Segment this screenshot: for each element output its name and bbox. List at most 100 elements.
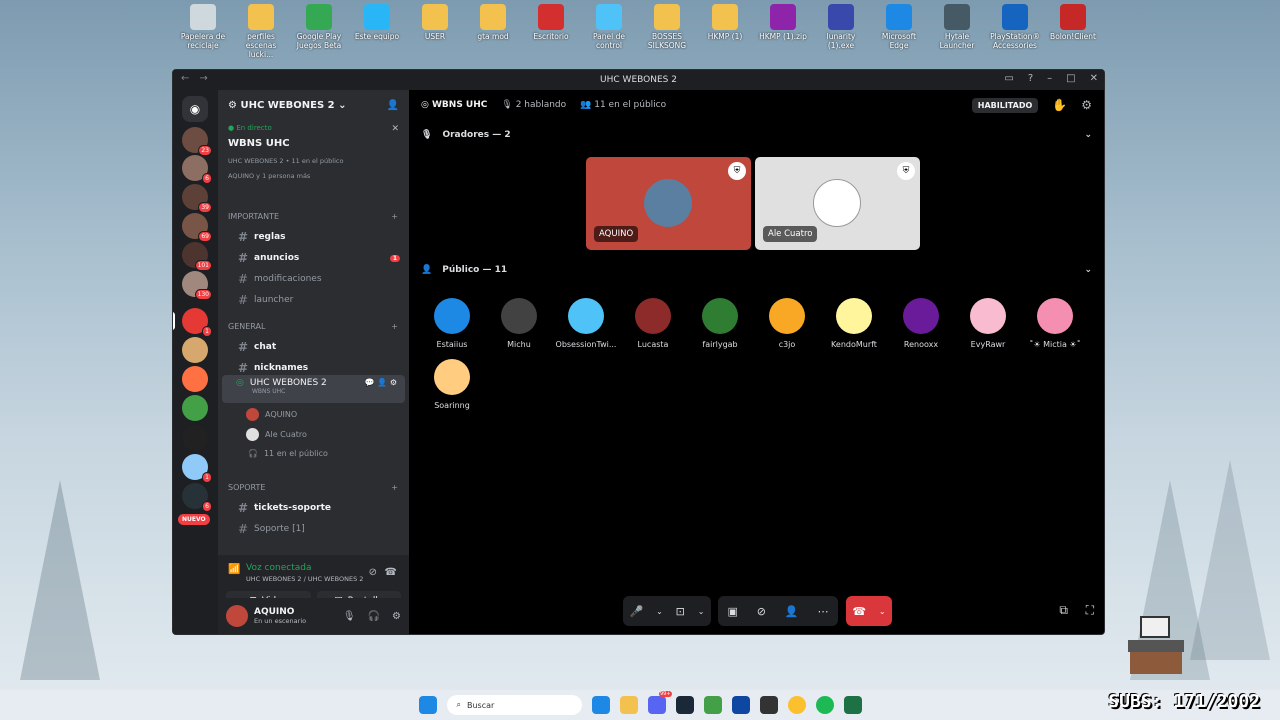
photoshop-icon[interactable] [731, 696, 750, 714]
server-icon[interactable]: 23 [182, 127, 212, 156]
desktop-icon[interactable]: Este equipo [350, 4, 404, 41]
noise-suppression-icon[interactable]: ⊘ [369, 567, 377, 578]
server-icon[interactable] [182, 366, 208, 392]
desktop-icon[interactable]: Microsoft Edge [872, 4, 926, 50]
desktop-icon[interactable]: perfiles escenas lucki... [234, 4, 288, 59]
server-icon[interactable] [182, 425, 208, 451]
desktop-icon[interactable]: Papelera de reciclaje [176, 4, 230, 50]
audience-member[interactable]: Lucasta [622, 298, 684, 349]
audience-member[interactable]: Renooxx [890, 298, 952, 349]
desktop-icon[interactable]: USER [408, 4, 462, 41]
audience-member[interactable]: EvyRawr [957, 298, 1019, 349]
invite-icon[interactable]: 👤 [785, 605, 799, 618]
stage-settings-icon[interactable]: ⚙ [1081, 98, 1092, 112]
desktop-icon[interactable]: Escritorio [524, 4, 578, 41]
discord-home-icon[interactable]: ◉ [182, 96, 208, 122]
forward-arrow-icon[interactable]: → [199, 73, 207, 84]
desktop-icon[interactable]: lunarity (1).exe [814, 4, 868, 50]
disconnect-icon[interactable]: ☎ [385, 567, 397, 578]
server-icon[interactable]: 101 [182, 242, 212, 271]
headphones-icon[interactable]: 🎧 [368, 611, 380, 622]
server-icon[interactable]: 130 [182, 271, 212, 300]
raise-hand-icon[interactable]: ✋ [1052, 98, 1067, 112]
server-icon[interactable] [182, 395, 208, 421]
edge-icon[interactable] [591, 696, 610, 714]
avatar[interactable] [226, 605, 248, 627]
fullscreen-icon[interactable]: ⛶ [1086, 603, 1094, 618]
enabled-badge[interactable]: HABILITADO [971, 97, 1039, 113]
maximize-icon[interactable]: □ [1066, 73, 1075, 84]
settings-gear-icon[interactable]: ⚙ [392, 611, 401, 622]
add-channel-icon[interactable]: + [391, 483, 398, 492]
server-icon[interactable] [182, 337, 208, 363]
audience-member[interactable]: Estaiius [421, 298, 483, 349]
audience-member[interactable]: Michu [488, 298, 550, 349]
help-icon[interactable]: ? [1028, 73, 1033, 84]
microphone-icon[interactable]: 🎤 [629, 605, 643, 618]
stage-member[interactable]: Ale Cuatro [246, 428, 418, 441]
stage-member[interactable]: AQUINO [246, 408, 418, 421]
move-to-audience-icon[interactable]: ⊘ [757, 605, 766, 618]
audience-member[interactable]: ObsessionTwi... [555, 298, 617, 349]
more-icon[interactable]: ⋯ [818, 605, 829, 618]
minimize-icon[interactable]: – [1047, 73, 1052, 84]
channel-item[interactable]: # nicknames [238, 361, 400, 375]
category-soporte[interactable]: SOPORTE + [228, 483, 398, 492]
stage-audience-item[interactable]: 🎧 11 en el público [248, 449, 420, 458]
category-importante[interactable]: IMPORTANTE + [228, 212, 398, 221]
close-icon[interactable]: ✕ [1090, 73, 1098, 84]
server-icon[interactable]: 39 [182, 184, 212, 213]
channel-actions-icon[interactable]: 💬 👤 ⚙ [365, 378, 397, 388]
audience-member[interactable]: c3jo [756, 298, 818, 349]
audience-header[interactable]: 👤 Público — 11 ⌄ [409, 258, 1104, 282]
obs-icon[interactable] [759, 696, 778, 714]
category-general[interactable]: GENERAL + [228, 322, 398, 331]
server-icon[interactable]: 6 [182, 155, 212, 184]
server-icon[interactable]: 1 [173, 308, 212, 337]
channel-item[interactable]: # reglas [238, 230, 400, 244]
audience-member[interactable]: ˚☀ Mictia ☀˚ [1024, 298, 1086, 349]
inbox-icon[interactable]: ▭ [1004, 73, 1013, 84]
desktop-icon[interactable]: BOSSES SILKSONG [640, 4, 694, 50]
audience-member[interactable]: Soarinng [421, 359, 483, 410]
steam-icon[interactable] [675, 696, 694, 714]
excel-icon[interactable] [843, 696, 862, 714]
desktop-icon[interactable]: Google Play Juegos Beta [292, 4, 346, 50]
desktop-icon[interactable]: HKMP (1) [698, 4, 752, 41]
chevron-down-icon[interactable]: ⌄ [656, 607, 663, 616]
desktop-icon[interactable]: gta mod [466, 4, 520, 41]
minecraft-icon[interactable] [703, 696, 722, 714]
stage-channel-item[interactable]: ◎ UHC WEBONES 2 💬 👤 ⚙ WBNS UHC [222, 375, 405, 403]
search-box[interactable]: ⌕ Buscar [446, 695, 582, 715]
back-arrow-icon[interactable]: ← [181, 73, 189, 84]
channel-item[interactable]: # Soporte [1] [238, 522, 400, 536]
audience-member[interactable]: fairlygab [689, 298, 751, 349]
channel-item[interactable]: # modificaciones [238, 272, 400, 286]
camera-off-icon[interactable]: ⊡ [676, 605, 685, 618]
screen-share-icon[interactable]: ▣ [727, 605, 737, 618]
leave-stage-button[interactable]: ☎ ⌄ [846, 596, 892, 626]
channel-item[interactable]: # launcher [238, 293, 400, 307]
popout-icon[interactable]: ⧉ [1059, 603, 1068, 618]
server-icon[interactable]: 6 [182, 483, 212, 512]
desktop-icon[interactable]: HKMP (1).zip [756, 4, 810, 41]
channel-item[interactable]: # chat [238, 340, 400, 354]
channel-item[interactable]: # tickets-soporte [238, 501, 400, 515]
desktop-icon[interactable]: Panel de control [582, 4, 636, 50]
spotify-icon[interactable] [815, 696, 834, 714]
speakers-header[interactable]: 🎙 Oradores — 2 ⌄ [409, 123, 1104, 147]
channel-item[interactable]: # anuncios 1 [238, 251, 400, 265]
audience-member[interactable]: KendoMurft [823, 298, 885, 349]
windows-start-icon[interactable] [418, 696, 437, 714]
chrome-icon[interactable] [787, 696, 806, 714]
discord-icon[interactable]: 99+ [647, 691, 672, 714]
file-explorer-icon[interactable] [619, 696, 638, 714]
server-icon[interactable]: 69 [182, 213, 212, 242]
chevron-down-icon[interactable]: ⌄ [698, 607, 705, 616]
desktop-icon[interactable]: Bolon!Client [1046, 4, 1100, 41]
speaker-card[interactable]: ⛨ Ale Cuatro [755, 157, 920, 250]
desktop-icon[interactable]: PlayStation® Accessories [988, 4, 1042, 50]
new-badge[interactable]: NUEVO [178, 514, 210, 525]
add-channel-icon[interactable]: + [391, 322, 398, 331]
add-channel-icon[interactable]: + [391, 212, 398, 221]
